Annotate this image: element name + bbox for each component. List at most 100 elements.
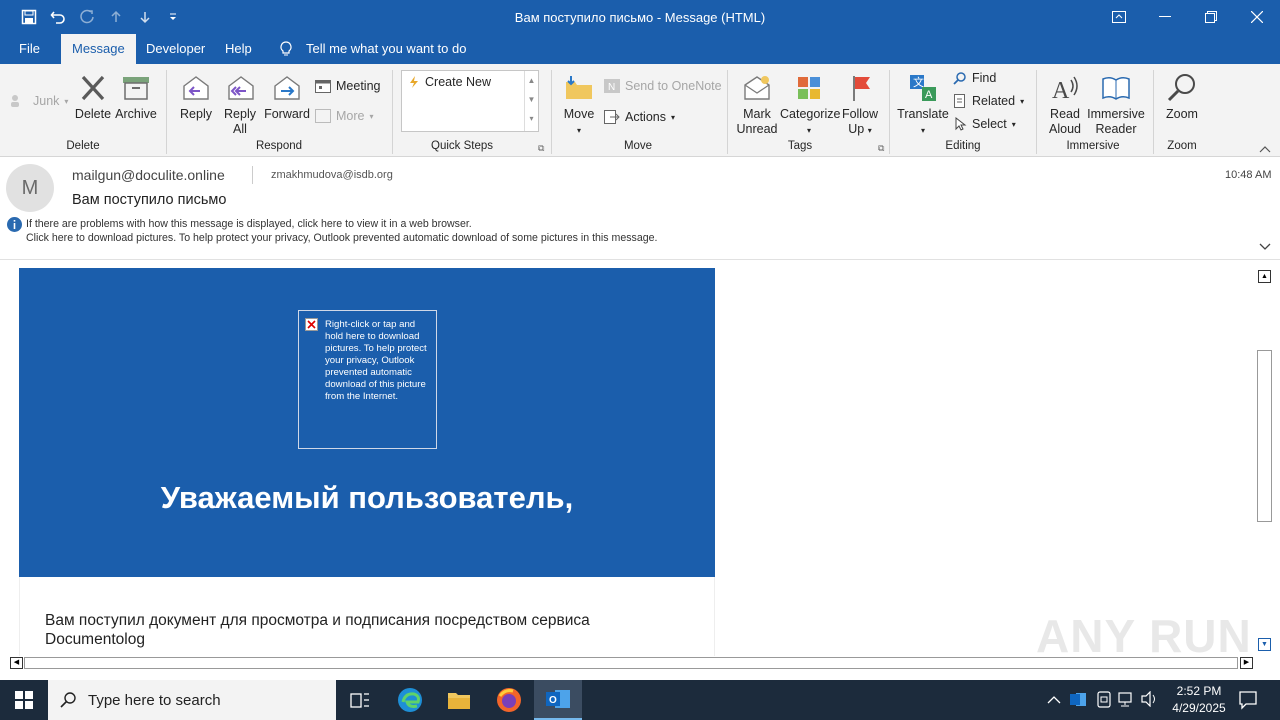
chevron-up-icon[interactable]: [1047, 692, 1061, 710]
forward-label: Forward: [264, 107, 310, 121]
task-view-button[interactable]: [336, 680, 384, 720]
horizontal-thumb[interactable]: [24, 657, 1238, 669]
delete-button[interactable]: Delete: [74, 72, 112, 122]
more-button[interactable]: More ▾: [315, 109, 374, 123]
zoom-button[interactable]: Zoom: [1162, 72, 1202, 122]
create-new-label: Create New: [425, 75, 491, 89]
devices-icon[interactable]: [1096, 691, 1112, 713]
firefox-button[interactable]: [485, 680, 533, 720]
chevron-down-icon[interactable]: [1259, 238, 1271, 256]
start-button[interactable]: [0, 680, 48, 720]
select-label: Select: [972, 117, 1007, 131]
svg-text:A: A: [925, 89, 933, 101]
immersive-reader-label-2: Reader: [1095, 122, 1137, 136]
meeting-button[interactable]: Meeting: [315, 79, 380, 93]
scroll-right-icon[interactable]: ▶: [1240, 657, 1253, 669]
archive-button[interactable]: Archive: [114, 72, 158, 122]
windows-icon: [15, 691, 33, 709]
forward-button[interactable]: Forward: [263, 72, 311, 122]
taskbar-search[interactable]: Type here to search: [48, 680, 336, 720]
follow-up-button[interactable]: Follow Up ▾: [840, 72, 880, 138]
outlook-tray-icon[interactable]: [1070, 691, 1087, 713]
related-button[interactable]: Related ▾: [953, 94, 1024, 108]
message-body: Right-click or tap and hold here to down…: [0, 261, 1280, 656]
dialog-launcher-icon[interactable]: ⧉: [538, 143, 544, 154]
ribbon-display-icon[interactable]: [1096, 0, 1142, 34]
find-button[interactable]: Find: [953, 71, 996, 85]
sender-address[interactable]: mailgun@doculite.online: [72, 167, 225, 183]
tell-me-search[interactable]: Tell me what you want to do: [295, 34, 477, 64]
blocked-image-placeholder[interactable]: Right-click or tap and hold here to down…: [298, 310, 437, 449]
info-bar-browser[interactable]: If there are problems with how this mess…: [26, 218, 472, 230]
translate-button[interactable]: 文A Translate ▾: [897, 72, 949, 138]
categorize-button[interactable]: Categorize ▾: [780, 72, 840, 138]
meeting-icon: [315, 80, 331, 93]
actions-icon: [604, 110, 620, 124]
tab-file[interactable]: File: [8, 34, 51, 64]
file-explorer-button[interactable]: [435, 680, 483, 720]
separator: [392, 70, 393, 154]
read-aloud-button[interactable]: A Read Aloud: [1044, 72, 1086, 137]
volume-icon[interactable]: [1141, 690, 1159, 712]
find-icon: [953, 72, 966, 85]
network-icon[interactable]: [1118, 692, 1136, 712]
translate-label: Translate: [897, 107, 949, 121]
notifications-icon[interactable]: [1238, 690, 1258, 715]
edge-icon: [398, 688, 422, 712]
translate-icon: 文A: [910, 75, 936, 101]
create-new-quick-step[interactable]: Create New: [408, 75, 491, 89]
info-bar-pictures[interactable]: Click here to download pictures. To help…: [26, 232, 657, 244]
close-icon[interactable]: [1234, 0, 1280, 34]
taskbar: Type here to search O 2:52 PM 4/29/2025: [0, 680, 1280, 720]
quick-steps-gallery[interactable]: Create New ▲ ▼ ▾: [401, 70, 539, 132]
scroll-down-icon[interactable]: ▼: [1258, 638, 1271, 651]
received-time: 10:48 AM: [1225, 169, 1272, 181]
restore-icon[interactable]: [1188, 0, 1234, 34]
mark-unread-button[interactable]: Mark Unread: [735, 72, 779, 137]
categorize-icon: [798, 77, 820, 99]
edge-button[interactable]: [386, 680, 434, 720]
actions-button[interactable]: Actions ▾: [604, 110, 675, 124]
taskbar-clock[interactable]: 2:52 PM 4/29/2025: [1160, 683, 1238, 717]
immersive-reader-button[interactable]: Immersive Reader: [1086, 72, 1146, 137]
reply-all-label-2: All: [233, 122, 247, 136]
onenote-icon: N: [604, 79, 620, 93]
collapse-ribbon-icon[interactable]: [1259, 142, 1271, 156]
archive-label: Archive: [115, 107, 157, 121]
more-icon: [315, 109, 331, 123]
avatar: M: [6, 164, 54, 212]
title-bar: Вам поступило письмо - Message (HTML): [0, 0, 1280, 34]
reply-button[interactable]: Reply: [176, 72, 216, 122]
meeting-label: Meeting: [336, 79, 381, 93]
reply-all-button[interactable]: Reply All: [220, 72, 260, 137]
separator: [1153, 70, 1154, 154]
scroll-left-icon[interactable]: ◀: [10, 657, 23, 669]
dialog-launcher-icon[interactable]: ⧉: [878, 143, 884, 154]
group-zoom-label: Zoom: [1167, 140, 1197, 152]
tab-message[interactable]: Message: [61, 34, 136, 64]
mark-unread-icon: [744, 76, 770, 100]
select-button[interactable]: Select ▾: [953, 117, 1016, 131]
separator: [1036, 70, 1037, 154]
archive-icon: [123, 77, 149, 100]
junk-button[interactable]: Junk ▾: [10, 94, 68, 108]
group-move-label: Move: [623, 140, 653, 152]
read-aloud-icon: A: [1052, 76, 1078, 104]
reply-all-label-1: Reply: [224, 107, 256, 121]
tab-help[interactable]: Help: [214, 34, 263, 64]
vertical-scrollbar[interactable]: ▲ ▼: [1256, 268, 1273, 654]
recipient-address[interactable]: zmakhmudova@isdb.org: [271, 169, 393, 181]
ribbon: Junk ▾ Delete Archive Delete Reply Reply …: [0, 64, 1280, 157]
search-placeholder: Type here to search: [88, 691, 221, 709]
outlook-button[interactable]: O: [534, 680, 582, 720]
horizontal-scrollbar[interactable]: ◀ ▶: [8, 656, 1256, 670]
scroll-up-icon[interactable]: ▲: [1258, 270, 1271, 283]
tab-developer[interactable]: Developer: [135, 34, 216, 64]
send-to-onenote-button[interactable]: N Send to OneNote: [604, 79, 722, 93]
move-button[interactable]: Move ▾: [560, 72, 598, 138]
follow-up-label-2: Up: [848, 122, 865, 136]
gallery-scroll[interactable]: ▲ ▼ ▾: [524, 71, 538, 131]
scrollbar-thumb[interactable]: [1257, 350, 1272, 522]
minimize-icon[interactable]: [1142, 0, 1188, 34]
message-subject: Вам поступило письмо: [72, 192, 227, 208]
